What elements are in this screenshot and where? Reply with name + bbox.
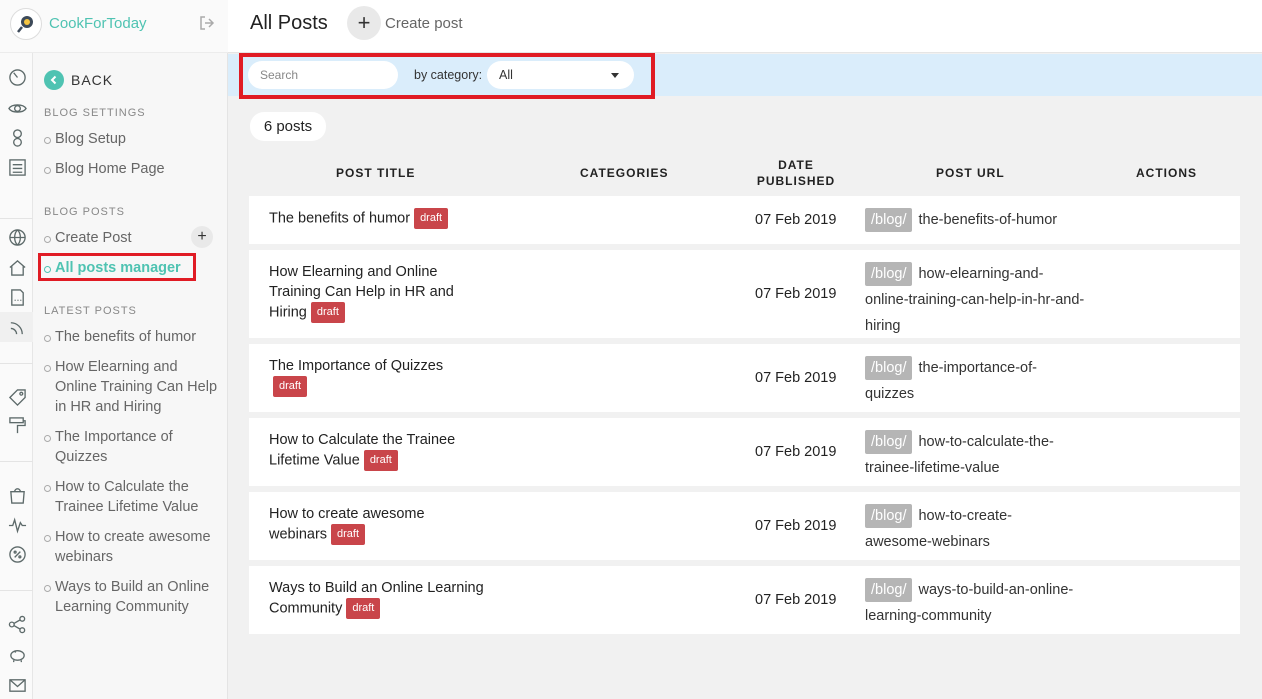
- url-prefix-badge: /blog/: [865, 430, 913, 454]
- menu-item-blog-home-page[interactable]: Blog Home Page: [44, 159, 219, 179]
- table-row[interactable]: How Elearning and Online Training Can He…: [249, 250, 1240, 338]
- top-bar: All Posts + Create post: [228, 0, 1262, 53]
- dashboard-gauge-icon[interactable]: [7, 67, 27, 87]
- icon-rail: [0, 53, 33, 699]
- section-title-latest-posts: LATEST POSTS: [44, 305, 137, 317]
- url-prefix-badge: /blog/: [865, 262, 913, 286]
- document-list-icon[interactable]: [7, 157, 27, 177]
- post-url-cell[interactable]: /blog/how-elearning-and-online-training-…: [865, 261, 1085, 339]
- url-prefix-badge: /blog/: [865, 356, 913, 380]
- eye-icon[interactable]: [7, 98, 27, 118]
- date-published-cell: 07 Feb 2019: [755, 592, 837, 608]
- shopping-bag-icon[interactable]: [7, 485, 27, 505]
- logout-icon[interactable]: [198, 14, 216, 32]
- post-title-cell[interactable]: The benefits of humor draft: [269, 208, 509, 229]
- table-row[interactable]: The Importance of Quizzesdraft 07 Feb 20…: [249, 344, 1240, 412]
- url-prefix-badge: /blog/: [865, 578, 913, 602]
- back-label[interactable]: BACK: [71, 72, 113, 88]
- latest-post-link[interactable]: The Importance of Quizzes: [44, 427, 219, 467]
- section-title-blog-settings: BLOG SETTINGS: [44, 107, 146, 119]
- share-nodes-icon[interactable]: [7, 614, 27, 634]
- post-title-cell[interactable]: Ways to Build an Online Learning Communi…: [269, 578, 499, 619]
- draft-badge: draft: [346, 598, 381, 619]
- post-url-cell[interactable]: /blog/how-to-calculate-the-trainee-lifet…: [865, 429, 1085, 481]
- column-header-actions: ACTIONS: [1136, 166, 1197, 180]
- column-header-title[interactable]: POST TITLE: [336, 165, 415, 181]
- draft-badge: draft: [414, 208, 449, 229]
- table-row[interactable]: How to create awesome webinars draft 07 F…: [249, 492, 1240, 560]
- app-name[interactable]: CookForToday: [49, 15, 147, 32]
- url-prefix-badge: /blog/: [865, 504, 913, 528]
- post-title-cell[interactable]: How Elearning and Online Training Can He…: [269, 262, 469, 323]
- create-post-label[interactable]: Create post: [385, 15, 463, 32]
- column-header-date[interactable]: DATE PUBLISHED: [756, 157, 836, 189]
- post-title-cell[interactable]: How to create awesome webinars draft: [269, 504, 439, 545]
- latest-post-link[interactable]: How to Calculate the Trainee Lifetime Va…: [44, 477, 219, 517]
- add-post-button[interactable]: +: [191, 226, 213, 248]
- section-title-blog-posts: BLOG POSTS: [44, 206, 125, 218]
- frying-pan-icon: [17, 16, 33, 33]
- post-count-badge: 6 posts: [250, 112, 326, 141]
- percent-gear-icon[interactable]: [7, 544, 27, 564]
- highlight-box-filter: [239, 53, 655, 99]
- page-icon[interactable]: [7, 287, 27, 307]
- draft-badge: draft: [273, 376, 308, 397]
- draft-badge: draft: [310, 302, 345, 323]
- table-row[interactable]: How to Calculate the Trainee Lifetime Va…: [249, 418, 1240, 486]
- activity-pulse-icon[interactable]: [7, 515, 27, 535]
- highlight-box-menu: [38, 253, 196, 281]
- page-title: All Posts: [250, 12, 328, 34]
- app-logo[interactable]: [10, 8, 42, 40]
- paint-roller-icon[interactable]: [7, 415, 27, 435]
- post-url-cell[interactable]: /blog/how-to-create-awesome-webinars: [865, 503, 1065, 555]
- draft-badge: draft: [331, 524, 366, 545]
- home-icon[interactable]: [7, 257, 27, 277]
- user-icon[interactable]: [7, 127, 27, 147]
- draft-badge: draft: [363, 450, 398, 471]
- piggy-bank-icon[interactable]: [7, 644, 27, 664]
- date-published-cell: 07 Feb 2019: [755, 444, 837, 460]
- post-title-cell[interactable]: How to Calculate the Trainee Lifetime Va…: [269, 430, 469, 471]
- date-published-cell: 07 Feb 2019: [755, 518, 837, 534]
- table-row[interactable]: The benefits of humor draft 07 Feb 2019 /…: [249, 196, 1240, 244]
- rss-feed-icon[interactable]: [7, 317, 27, 337]
- date-published-cell: 07 Feb 2019: [755, 286, 837, 302]
- back-button[interactable]: [44, 70, 64, 90]
- post-url-cell[interactable]: /blog/the-benefits-of-humor: [865, 207, 1085, 233]
- mail-icon[interactable]: [7, 675, 27, 695]
- latest-post-link[interactable]: The benefits of humor: [44, 327, 219, 347]
- url-prefix-badge: /blog/: [865, 208, 913, 232]
- tag-icon[interactable]: [7, 387, 27, 407]
- table-row[interactable]: Ways to Build an Online Learning Communi…: [249, 566, 1240, 634]
- globe-icon[interactable]: [7, 227, 27, 247]
- chevron-left-icon: [50, 75, 57, 85]
- brand-area: CookForToday: [0, 0, 228, 53]
- post-title-cell[interactable]: The Importance of Quizzesdraft: [269, 356, 459, 397]
- sidebar-menu: BACK BLOG SETTINGS Blog Setup Blog Home …: [33, 53, 228, 699]
- post-url-cell[interactable]: /blog/ways-to-build-an-online-learning-c…: [865, 577, 1085, 629]
- column-header-categories[interactable]: CATEGORIES: [580, 165, 668, 181]
- create-post-button[interactable]: +: [347, 6, 381, 40]
- column-header-url[interactable]: POST URL: [936, 165, 1005, 181]
- post-url-cell[interactable]: /blog/the-importance-of-quizzes: [865, 355, 1085, 407]
- latest-post-link[interactable]: How Elearning and Online Training Can He…: [44, 357, 219, 417]
- latest-post-link[interactable]: How to create awesome webinars: [44, 527, 219, 567]
- date-published-cell: 07 Feb 2019: [755, 212, 837, 228]
- menu-item-blog-setup[interactable]: Blog Setup: [44, 129, 219, 149]
- date-published-cell: 07 Feb 2019: [755, 370, 837, 386]
- latest-post-link[interactable]: Ways to Build an Online Learning Communi…: [44, 577, 219, 617]
